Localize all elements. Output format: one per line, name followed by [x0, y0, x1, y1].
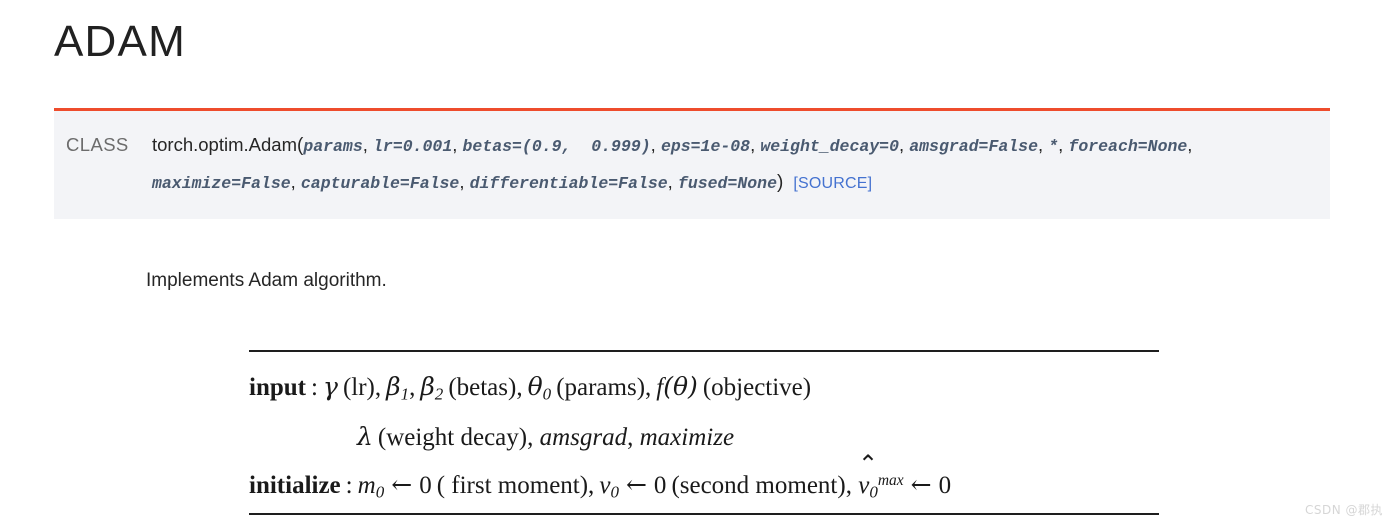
algorithm-note-first-moment: ( first moment),	[436, 472, 595, 500]
signature-separator: ,	[362, 134, 368, 155]
algorithm-separator: ,	[409, 374, 421, 401]
signature-param-capturable: capturable=False	[300, 174, 460, 193]
algorithm-note-second-moment: (second moment),	[671, 472, 852, 500]
watermark: CSDN @郡执	[1304, 503, 1383, 517]
algorithm-bottom-rule	[249, 513, 1159, 515]
algorithm-line-input: input : γ (lr), β1, β2 (betas), θ0 (para…	[249, 365, 1159, 415]
algorithm-value-zero: 0	[653, 472, 667, 500]
signature-separator: ,	[1037, 134, 1044, 155]
left-arrow-icon: ←	[625, 470, 647, 500]
algorithm-note-weight-decay: (weight decay),	[377, 424, 534, 452]
signature-param-star: *	[1048, 137, 1059, 156]
algorithm-note-objective: (objective)	[702, 374, 812, 401]
signature-separator: ,	[650, 134, 656, 155]
signature-param-params: params	[303, 137, 363, 156]
class-signature-box: CLASS torch.optim.Adam(params, lr=0.001,…	[54, 108, 1330, 219]
class-kind-label: CLASS	[66, 134, 129, 155]
signature-separator: ,	[459, 171, 465, 192]
algorithm-symbol-v0: v	[599, 472, 611, 500]
signature-separator: ,	[750, 134, 756, 155]
algorithm-symbol-vhat-sub: 0	[869, 482, 878, 502]
wide-hat-icon: ⌃	[858, 449, 878, 478]
algorithm-symbol-theta0-sub: 0	[542, 384, 552, 404]
algorithm-symbol-f-arg: (θ)	[663, 372, 698, 401]
left-arrow-icon: ←	[391, 470, 413, 500]
signature-param-betas: betas=(0.9, 0.999)	[462, 137, 651, 156]
signature-separator: ,	[452, 134, 458, 155]
class-description: Implements Adam algorithm.	[146, 270, 387, 291]
algorithm-initialize-keyword: initialize	[249, 472, 341, 500]
algorithm-symbol-v0-sub: 0	[610, 482, 619, 502]
signature-separator: ,	[1187, 134, 1193, 155]
algorithm-symbol-beta1-sub: 1	[400, 384, 410, 404]
signature-param-foreach: foreach=None	[1068, 137, 1188, 156]
algorithm-separator: ,	[627, 424, 634, 452]
source-link[interactable]: [SOURCE]	[793, 175, 872, 192]
algorithm-input-keyword: input	[249, 374, 306, 401]
algorithm-note-params: (params),	[556, 374, 652, 401]
page-title: ADAM	[54, 17, 186, 66]
algorithm-symbol-maximize: maximize	[639, 424, 735, 452]
algorithm-symbol-m0-sub: 0	[375, 482, 385, 502]
algorithm-symbol-beta1: β	[386, 372, 401, 401]
left-arrow-icon: ←	[910, 470, 932, 500]
algorithm-note-betas: (betas),	[448, 374, 523, 401]
algorithm-symbol-theta0: θ	[527, 372, 543, 401]
algorithm-symbol-beta2: β	[420, 372, 435, 401]
signature-param-lr: lr=0.001	[373, 137, 453, 156]
algorithm-initialize-colon: :	[345, 472, 353, 500]
algorithm-symbol-gamma: γ	[322, 372, 338, 401]
algorithm-line-initialize: initialize : m0 ← 0 ( first moment), v0 …	[249, 452, 1159, 513]
algorithm-symbol-amsgrad: amsgrad	[539, 424, 628, 452]
signature-separator: ,	[898, 134, 905, 155]
algorithm-value-zero: 0	[938, 472, 952, 500]
algorithm-symbol-m0: m	[357, 472, 376, 500]
algorithm-symbol-vhat0-max: ⌃ v0	[858, 452, 878, 513]
signature-separator: ,	[667, 171, 673, 192]
algorithm-value-zero: 0	[419, 472, 432, 500]
algorithm-pseudocode-block: input : γ (lr), β1, β2 (betas), θ0 (para…	[249, 350, 1159, 514]
algorithm-line-input-continued: λ (weight decay), amsgrad, maximize	[249, 415, 1159, 459]
signature-close-paren: )	[776, 172, 784, 193]
algorithm-input-colon: :	[311, 374, 318, 401]
algorithm-note-lr: (lr),	[342, 374, 382, 401]
algorithm-symbol-lambda: λ	[357, 422, 373, 452]
signature-param-eps: eps=1e-08	[660, 137, 751, 156]
signature-separator: ,	[1058, 134, 1064, 155]
class-signature-text: CLASS torch.optim.Adam(params, lr=0.001,…	[66, 127, 1312, 201]
class-qualified-name: torch.optim.Adam	[152, 134, 297, 155]
signature-param-differentiable: differentiable=False	[469, 174, 668, 193]
signature-separator: ,	[290, 171, 296, 192]
algorithm-symbol-beta2-sub: 2	[434, 384, 444, 404]
algorithm-symbol-vhat-sup: max	[877, 472, 904, 490]
algorithm-body: input : γ (lr), β1, β2 (betas), θ0 (para…	[249, 352, 1159, 514]
signature-param-fused: fused=None	[677, 174, 777, 193]
signature-param-weight-decay: weight_decay=0	[760, 137, 899, 156]
signature-param-maximize: maximize=False	[152, 174, 291, 193]
signature-param-amsgrad: amsgrad=False	[909, 137, 1038, 156]
